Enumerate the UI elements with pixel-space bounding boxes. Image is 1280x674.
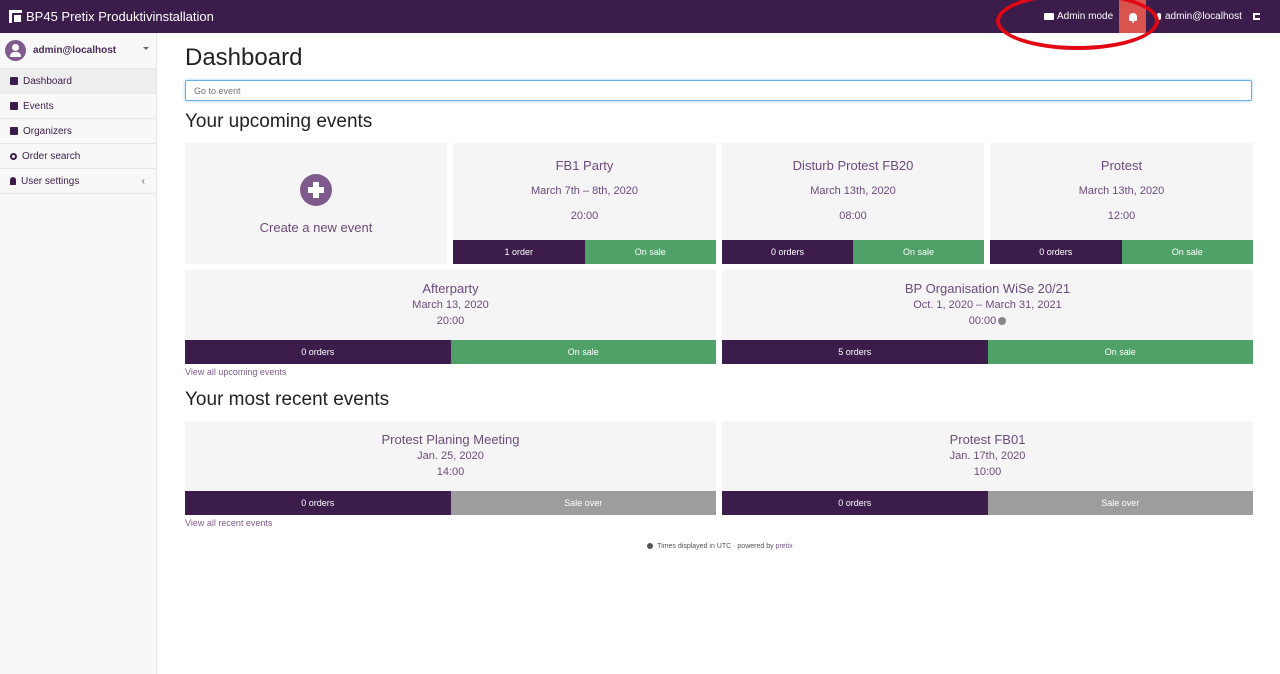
orders-count[interactable]: 0 orders xyxy=(722,240,853,264)
event-time: 14:00 xyxy=(436,466,465,478)
top-navbar: BP45 Pretix Produktivinstallation Admin … xyxy=(0,0,1280,33)
sidebar-item-label: Dashboard xyxy=(23,75,72,87)
go-to-event-input[interactable] xyxy=(185,80,1252,101)
event-name: Disturb Protest FB20 xyxy=(792,158,914,173)
event-status-bar: 0 orders On sale xyxy=(990,240,1253,264)
orders-count[interactable]: 0 orders xyxy=(185,340,451,364)
orders-count[interactable]: 5 orders xyxy=(722,340,988,364)
event-date: March 13, 2020 xyxy=(412,299,489,311)
event-date: March 7th – 8th, 2020 xyxy=(530,185,638,197)
event-card[interactable]: Afterparty March 13, 2020 20:00 0 orders… xyxy=(185,270,716,364)
event-time: 00:00 xyxy=(968,315,997,327)
user-menu-link[interactable]: admin@localhost xyxy=(1157,0,1242,33)
chevron-left-icon: ‹ xyxy=(141,175,145,187)
logout-button[interactable] xyxy=(1253,0,1260,33)
event-status-bar: 0 orders On sale xyxy=(185,340,716,364)
admin-mode-link[interactable]: Admin mode xyxy=(1044,0,1113,33)
footer-text: Times displayed in UTC · powered by xyxy=(657,543,774,550)
pretix-logo-icon xyxy=(9,10,23,24)
sidebar-item-events[interactable]: Events xyxy=(0,94,156,119)
sidebar-item-order-search[interactable]: Order search xyxy=(0,144,156,169)
event-time: 20:00 xyxy=(436,315,465,327)
create-event-label: Create a new event xyxy=(259,220,373,235)
avatar xyxy=(5,40,26,61)
sidebar-item-label: Order search xyxy=(22,150,81,162)
upcoming-events-heading: Your upcoming events xyxy=(185,111,373,132)
status-badge: On sale xyxy=(450,340,716,364)
event-time: 12:00 xyxy=(1107,210,1136,222)
orders-count[interactable]: 0 orders xyxy=(722,491,988,515)
user-icon xyxy=(1157,13,1161,20)
event-card[interactable]: Protest Planing Meeting Jan. 25, 2020 14… xyxy=(185,421,716,515)
event-date: Oct. 1, 2020 – March 31, 2021 xyxy=(913,299,1062,311)
globe-icon xyxy=(647,543,654,549)
event-date: March 13th, 2020 xyxy=(810,185,896,197)
event-card[interactable]: BP Organisation WiSe 20/21 Oct. 1, 2020 … xyxy=(722,270,1253,364)
status-badge: On sale xyxy=(987,340,1253,364)
site-title: BP45 Pretix Produktivinstallation xyxy=(26,9,214,24)
sidebar-user-name: admin@localhost xyxy=(33,45,117,56)
status-badge: Sale over xyxy=(987,491,1253,515)
brand-link[interactable]: BP45 Pretix Produktivinstallation xyxy=(9,0,214,33)
create-event-card[interactable]: Create a new event xyxy=(185,143,447,264)
sidebar-item-organizers[interactable]: Organizers xyxy=(0,119,156,144)
dashboard-icon xyxy=(10,77,18,85)
status-badge: On sale xyxy=(1121,240,1253,264)
pretix-link[interactable]: pretix xyxy=(776,543,793,550)
caret-down-icon xyxy=(143,47,149,50)
sidebar-item-label: Organizers xyxy=(23,125,72,137)
view-all-upcoming-link[interactable]: View all upcoming events xyxy=(185,367,286,377)
event-status-bar: 0 orders Sale over xyxy=(722,491,1253,515)
sidebar: admin@localhost Dashboard Events Organiz… xyxy=(0,33,157,674)
event-time-row: 00:00 xyxy=(722,315,1253,327)
event-name: BP Organisation WiSe 20/21 xyxy=(904,281,1071,296)
calendar-icon xyxy=(10,102,18,110)
sidebar-user-dropdown[interactable]: admin@localhost xyxy=(0,33,156,69)
orders-count[interactable]: 0 orders xyxy=(990,240,1122,264)
users-icon xyxy=(10,127,18,135)
page-title: Dashboard xyxy=(185,44,303,71)
status-badge: On sale xyxy=(853,240,984,264)
view-all-recent-link[interactable]: View all recent events xyxy=(185,518,272,528)
notifications-button[interactable] xyxy=(1119,0,1146,33)
event-name: Protest xyxy=(1100,158,1143,173)
event-time: 10:00 xyxy=(973,466,1002,478)
sidebar-item-dashboard[interactable]: Dashboard xyxy=(0,69,156,94)
user-icon xyxy=(10,177,16,185)
orders-count[interactable]: 0 orders xyxy=(185,491,451,515)
status-badge: On sale xyxy=(584,240,716,264)
plus-circle-icon xyxy=(300,174,332,206)
footer: Times displayed in UTC · powered by pret… xyxy=(185,543,1253,550)
event-status-bar: 1 order On sale xyxy=(453,240,716,264)
event-status-bar: 0 orders Sale over xyxy=(185,491,716,515)
event-card[interactable]: Protest FB01 Jan. 17th, 2020 10:00 0 ord… xyxy=(722,421,1253,515)
event-name: FB1 Party xyxy=(555,158,614,173)
event-date: Jan. 17th, 2020 xyxy=(949,450,1026,462)
event-date: March 13th, 2020 xyxy=(1078,185,1165,197)
sidebar-item-label: User settings xyxy=(21,175,80,187)
event-status-bar: 5 orders On sale xyxy=(722,340,1253,364)
sidebar-item-user-settings[interactable]: User settings ‹ xyxy=(0,169,156,194)
sign-out-icon xyxy=(1253,13,1260,20)
user-label: admin@localhost xyxy=(1165,11,1242,22)
event-date: Jan. 25, 2020 xyxy=(417,450,484,462)
sidebar-item-label: Events xyxy=(23,100,54,112)
event-time: 20:00 xyxy=(570,210,599,222)
event-card[interactable]: FB1 Party March 7th – 8th, 2020 20:00 1 … xyxy=(453,143,716,264)
globe-icon xyxy=(998,317,1007,325)
id-card-icon xyxy=(1044,13,1054,20)
event-name: Protest FB01 xyxy=(949,432,1026,447)
status-badge: Sale over xyxy=(450,491,716,515)
bell-icon xyxy=(1128,12,1137,23)
admin-mode-label: Admin mode xyxy=(1057,11,1114,22)
search-icon xyxy=(10,152,17,160)
event-status-bar: 0 orders On sale xyxy=(722,240,984,264)
event-card[interactable]: Disturb Protest FB20 March 13th, 2020 08… xyxy=(722,143,984,264)
orders-count[interactable]: 1 order xyxy=(453,240,585,264)
recent-events-heading: Your most recent events xyxy=(185,389,390,410)
event-time: 08:00 xyxy=(839,210,867,222)
event-name: Afterparty xyxy=(422,281,479,296)
event-card[interactable]: Protest March 13th, 2020 12:00 0 orders … xyxy=(990,143,1253,264)
event-name: Protest Planing Meeting xyxy=(381,432,520,447)
